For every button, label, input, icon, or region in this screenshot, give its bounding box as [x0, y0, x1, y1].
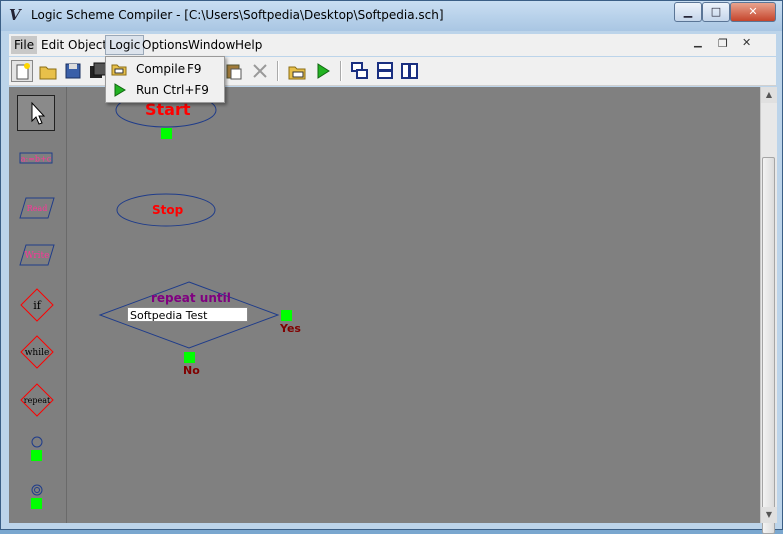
compile-shortcut: F9: [187, 62, 202, 76]
yes-label: Yes: [280, 322, 301, 335]
no-connector[interactable]: [184, 352, 195, 363]
vertical-scrollbar[interactable]: ▲ ▼: [760, 87, 777, 534]
menu-item-run[interactable]: Run Ctrl+F9: [106, 80, 224, 100]
menu-item-compile[interactable]: Compile F9: [106, 59, 224, 79]
stop-label: Stop: [152, 203, 184, 217]
yes-connector[interactable]: [281, 310, 292, 321]
app-window: V Logic Scheme Compiler - [C:\Users\Soft…: [0, 0, 783, 534]
scroll-down-button[interactable]: ▼: [761, 507, 777, 523]
run-label: Run: [136, 83, 160, 97]
compile-label: Compile: [136, 62, 186, 76]
no-label: No: [183, 364, 200, 377]
compile-icon: [111, 64, 127, 76]
run-shortcut: Ctrl+F9: [163, 83, 209, 97]
logic-menu-dropdown: Compile F9 Run Ctrl+F9: [105, 56, 225, 103]
chevron-down-icon: ▼: [765, 510, 773, 519]
chevron-up-icon: ▲: [765, 90, 773, 99]
repeat-condition-input[interactable]: Softpedia Test: [127, 307, 248, 322]
repeat-until-label: repeat until: [151, 291, 231, 305]
start-connector[interactable]: [161, 128, 172, 139]
scroll-thumb[interactable]: [762, 157, 775, 534]
scroll-up-button[interactable]: ▲: [761, 87, 777, 103]
run-icon: [114, 83, 126, 97]
